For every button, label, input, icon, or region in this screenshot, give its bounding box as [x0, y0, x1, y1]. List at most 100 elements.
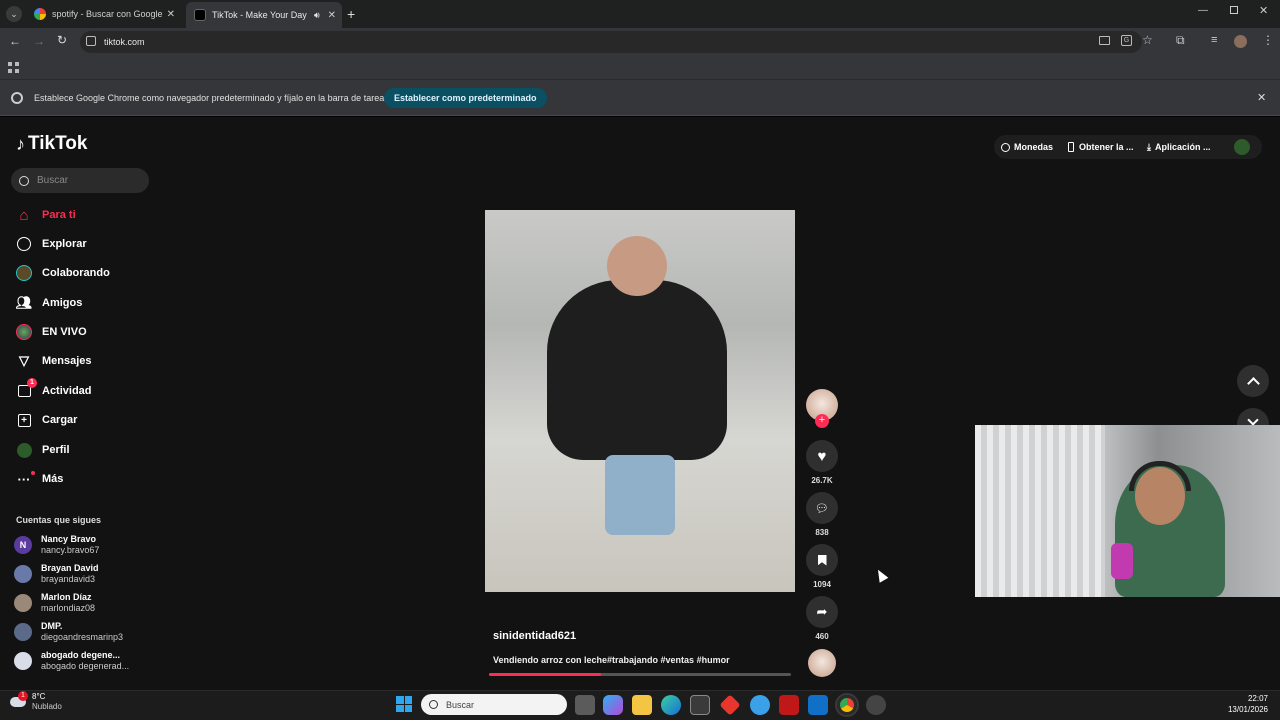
media-control-icon[interactable]: ≡	[1211, 34, 1217, 46]
video-caption: Vendiendo arroz con leche#trabajando #ve…	[493, 655, 730, 665]
account-handle: brayandavid3	[41, 574, 96, 584]
search-box[interactable]: Buscar	[11, 168, 149, 193]
search-input[interactable]: Buscar	[37, 175, 68, 186]
back-button[interactable]: ←	[9, 34, 21, 48]
user-avatar[interactable]	[1234, 139, 1250, 155]
video-author[interactable]: sinidentidad621	[493, 630, 576, 642]
avatar: N	[14, 536, 32, 554]
video-progress-fill	[489, 673, 601, 676]
weather-desc: Nublado	[32, 702, 62, 711]
close-icon[interactable]: ✕	[167, 9, 175, 20]
get-app-link[interactable]: Obtener la ...	[1068, 140, 1134, 154]
comment-count: 838	[815, 528, 829, 537]
nav-upload[interactable]: + Cargar	[16, 410, 77, 430]
infobar-close-icon[interactable]: ✕	[1257, 91, 1266, 104]
clock[interactable]: 22:07 13/01/2026	[1220, 693, 1268, 715]
set-default-button[interactable]: Establecer como predeterminado	[384, 88, 547, 108]
tab-search-button[interactable]: ⌄	[6, 6, 22, 22]
tab-title: TikTok - Make Your Day	[212, 10, 307, 20]
following-item[interactable]: DMP. diegoandresmarinp3	[14, 619, 123, 645]
following-item[interactable]: abogado degene... abogado degenerad...	[14, 648, 129, 674]
reload-button[interactable]: ↻	[57, 33, 67, 47]
site-info-icon[interactable]	[86, 36, 96, 46]
extensions-icon[interactable]: ⧉	[1176, 33, 1185, 48]
chrome-taskbar-icon[interactable]	[837, 695, 857, 715]
tab-spotify[interactable]: spotify - Buscar con Google ✕	[26, 4, 181, 24]
bookmark-star-icon[interactable]: ☆	[1142, 33, 1153, 47]
outlook-icon[interactable]	[808, 695, 828, 715]
app-icon[interactable]	[866, 695, 886, 715]
minimize-button[interactable]: —	[1198, 5, 1208, 16]
weather-widget[interactable]: 1 8°C Nublado	[10, 691, 62, 712]
coins-link[interactable]: Monedas	[1001, 140, 1053, 154]
save-count: 1094	[813, 580, 831, 589]
nav-friends[interactable]: 👥︎ Amigos	[15, 293, 83, 313]
comment-icon: 💬︎	[815, 502, 829, 515]
tiktok-logo[interactable]: ♪ TikTok	[16, 133, 87, 155]
plus-icon: +	[347, 6, 356, 22]
forward-button[interactable]: →	[33, 34, 45, 48]
friends-icon: 👥︎	[15, 295, 33, 310]
activity-badge: 1	[27, 378, 37, 388]
share-button[interactable]: ➦	[806, 596, 838, 628]
file-explorer-icon[interactable]	[632, 695, 652, 715]
comment-button[interactable]: 💬︎	[806, 492, 838, 524]
account-handle: abogado degenerad...	[41, 661, 130, 671]
video-player[interactable]	[485, 210, 795, 592]
clock-date: 13/01/2026	[1227, 705, 1268, 714]
close-icon[interactable]: ✕	[328, 10, 336, 21]
chevron-down-icon	[1247, 414, 1259, 426]
nav-label: Colaborando	[42, 267, 110, 279]
taskbar-search[interactable]: Buscar	[421, 694, 567, 715]
store-icon[interactable]	[690, 695, 710, 715]
account-name: Marlon Díaz	[41, 592, 92, 602]
nav-for-you[interactable]: ⌂ Para ti	[16, 205, 75, 225]
restore-button[interactable]	[1230, 6, 1238, 14]
taskbar-search-label: Buscar	[446, 699, 475, 710]
logo-text: TikTok	[28, 133, 88, 154]
edge-icon[interactable]	[661, 695, 681, 715]
mcafee-icon[interactable]	[779, 695, 799, 715]
cast-icon[interactable]	[1099, 36, 1110, 45]
like-button[interactable]: ♥	[806, 440, 838, 472]
url-text[interactable]: tiktok.com	[104, 37, 145, 47]
nav-profile[interactable]: Perfil	[16, 440, 70, 460]
nav-live[interactable]: EN VIVO	[16, 322, 87, 342]
new-tab-button[interactable]: +	[347, 6, 355, 22]
account-handle: marlondiaz08	[41, 603, 96, 613]
google-icon	[34, 8, 46, 20]
save-button[interactable]	[806, 544, 838, 576]
nav-label: Explorar	[42, 238, 87, 250]
profile-avatar[interactable]	[1234, 35, 1247, 48]
nav-more[interactable]: ··· Más	[16, 469, 63, 489]
music-disc[interactable]	[808, 649, 836, 677]
bookmark-icon	[817, 554, 827, 566]
upload-icon: +	[16, 412, 32, 428]
address-bar[interactable]	[80, 31, 1142, 53]
following-item[interactable]: N Nancy Bravo nancy.bravo67	[14, 532, 99, 558]
apps-grid-icon[interactable]	[8, 62, 19, 73]
clock-time: 22:07	[1247, 694, 1268, 703]
nav-messages[interactable]: ▽ Mensajes	[16, 351, 92, 371]
nav-activity[interactable]: 1 Actividad	[16, 378, 92, 401]
webcam-mic	[1111, 543, 1133, 579]
start-button[interactable]	[396, 696, 412, 712]
speaker-icon[interactable]: 🔊︎	[314, 10, 320, 21]
video-progress-track[interactable]	[489, 673, 791, 676]
follow-plus-icon[interactable]: +	[815, 414, 829, 428]
nav-explore[interactable]: Explorar	[16, 234, 87, 254]
task-view-icon[interactable]	[575, 695, 595, 715]
following-item[interactable]: Brayan David brayandavid3	[14, 561, 99, 587]
download-app-link[interactable]: ⤓ Aplicación ...	[1147, 140, 1211, 154]
copilot-icon[interactable]	[603, 695, 623, 715]
window-close-button[interactable]: ✕	[1259, 4, 1268, 17]
translate-icon[interactable]: G	[1121, 35, 1132, 46]
prev-video-button[interactable]	[1237, 365, 1269, 397]
nav-label: Más	[42, 473, 64, 485]
tab-tiktok[interactable]: TikTok - Make Your Day 🔊︎ ✕	[186, 2, 342, 28]
app-icon[interactable]	[750, 695, 770, 715]
avatar	[14, 565, 32, 583]
following-item[interactable]: Marlon Díaz marlondiaz08	[14, 590, 95, 616]
chrome-menu-icon[interactable]: ⋮	[1262, 33, 1274, 47]
nav-collab[interactable]: Colaborando	[16, 263, 110, 283]
